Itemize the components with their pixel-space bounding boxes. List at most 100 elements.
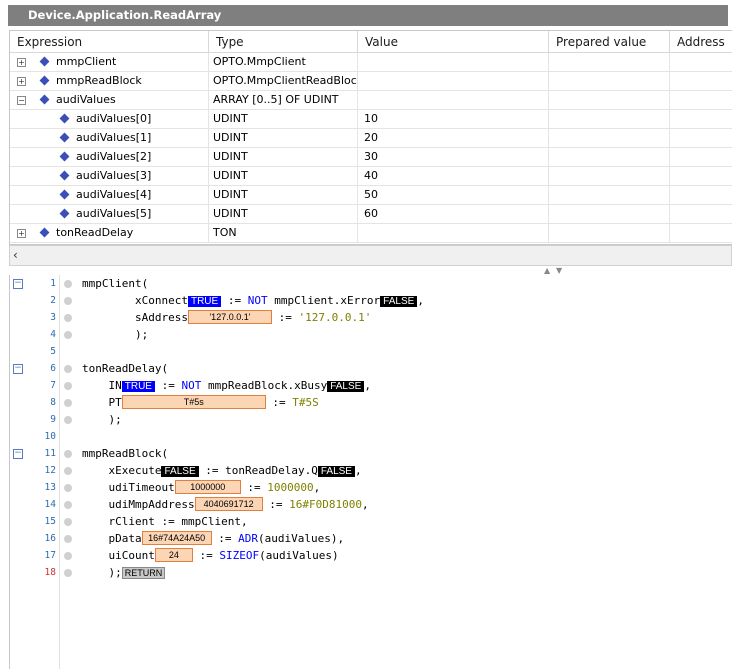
monitor-value-box[interactable]: 4040691712 bbox=[194, 497, 263, 511]
monitor-value-box[interactable]: T#5s bbox=[121, 395, 266, 409]
breakpoint-dot-icon[interactable] bbox=[64, 484, 72, 492]
type-cell: TON bbox=[209, 224, 358, 242]
fold-collapse-icon[interactable]: − bbox=[13, 279, 23, 289]
expand-icon[interactable]: + bbox=[17, 229, 26, 238]
col-type[interactable]: Type bbox=[209, 31, 358, 53]
expression-label: audiValues[1] bbox=[76, 131, 152, 144]
prepared-value-cell[interactable] bbox=[549, 205, 670, 223]
breakpoint-dot-icon[interactable] bbox=[64, 399, 72, 407]
line-number: 4 bbox=[50, 329, 56, 340]
prepared-value-cell[interactable] bbox=[549, 91, 670, 109]
horizontal-scrollbar[interactable]: ‹ bbox=[9, 245, 732, 266]
col-prepared-value[interactable]: Prepared value bbox=[549, 31, 670, 53]
expression-label: audiValues[5] bbox=[76, 207, 152, 220]
expression-label: audiValues[3] bbox=[76, 169, 152, 182]
code-text: udiTimeout bbox=[82, 481, 175, 494]
code-text: rClient := mmpClient, bbox=[82, 515, 248, 528]
col-value[interactable]: Value bbox=[358, 31, 549, 53]
fold-collapse-icon[interactable]: − bbox=[13, 364, 23, 374]
table-row[interactable]: audiValues[3] UDINT 40 bbox=[10, 167, 732, 186]
expression-cell: audiValues[2] bbox=[10, 148, 209, 166]
breakpoint-dot-icon[interactable] bbox=[64, 314, 72, 322]
monitor-value-box[interactable]: '127.0.0.1' bbox=[187, 310, 272, 324]
breakpoint-dot-icon[interactable] bbox=[64, 552, 72, 560]
line-number: 17 bbox=[44, 550, 56, 561]
code-text: , bbox=[313, 481, 321, 494]
table-row[interactable]: audiValues[5] UDINT 60 bbox=[10, 205, 732, 224]
prepared-value-cell[interactable] bbox=[549, 167, 670, 185]
expand-icon[interactable]: + bbox=[17, 77, 26, 86]
table-row[interactable]: audiValues[2] UDINT 30 bbox=[10, 148, 732, 167]
chevron-down-icon: ▼ bbox=[556, 266, 563, 275]
line-number: 15 bbox=[44, 516, 56, 527]
breakpoint-dot-icon[interactable] bbox=[64, 416, 72, 424]
prepared-value-cell[interactable] bbox=[549, 72, 670, 90]
keyword: NOT bbox=[247, 294, 268, 307]
value-cell[interactable] bbox=[358, 91, 549, 109]
monitor-value-badge[interactable]: TRUE bbox=[187, 296, 222, 307]
code-text: mmpClient.xError bbox=[267, 294, 381, 307]
monitor-value-badge[interactable]: FALSE bbox=[380, 296, 418, 307]
breakpoint-dot-icon[interactable] bbox=[64, 297, 72, 305]
breakpoint-dot-icon[interactable] bbox=[64, 501, 72, 509]
breakpoint-dot-icon[interactable] bbox=[64, 569, 72, 577]
prepared-value-cell[interactable] bbox=[549, 53, 670, 71]
collapse-icon[interactable]: − bbox=[17, 96, 26, 105]
breakpoint-dot-icon[interactable] bbox=[64, 280, 72, 288]
window-title[interactable]: Device.Application.ReadArray bbox=[8, 5, 728, 26]
prepared-value-cell[interactable] bbox=[549, 186, 670, 204]
table-row[interactable]: + mmpReadBlock OPTO.MmpClientReadBlock bbox=[10, 72, 732, 91]
prepared-value-cell[interactable] bbox=[549, 224, 670, 242]
table-row[interactable]: − audiValues ARRAY [0..5] OF UDINT bbox=[10, 91, 732, 110]
value-cell[interactable]: 30 bbox=[358, 148, 549, 166]
monitor-value-badge[interactable]: TRUE bbox=[121, 381, 155, 392]
code-text: PT bbox=[82, 396, 122, 409]
breakpoint-dot-icon[interactable] bbox=[64, 535, 72, 543]
table-row[interactable]: audiValues[1] UDINT 20 bbox=[10, 129, 732, 148]
expression-label: audiValues[0] bbox=[76, 112, 152, 125]
code-text: := bbox=[240, 481, 268, 494]
code-line-2: xConnect TRUE := NOT mmpClient.xError FALS… bbox=[82, 292, 424, 309]
breakpoint-dot-icon[interactable] bbox=[64, 382, 72, 390]
variable-icon bbox=[59, 113, 70, 124]
value-cell[interactable]: 40 bbox=[358, 167, 549, 185]
value-cell[interactable] bbox=[358, 224, 549, 242]
value-cell[interactable]: 20 bbox=[358, 129, 549, 147]
value-cell[interactable] bbox=[358, 72, 549, 90]
value-cell[interactable]: 60 bbox=[358, 205, 549, 223]
monitor-value-box[interactable]: 1000000 bbox=[174, 480, 241, 494]
table-row[interactable]: + mmpClient OPTO.MmpClient bbox=[10, 53, 732, 72]
breakpoint-dot-icon[interactable] bbox=[64, 450, 72, 458]
value-cell[interactable]: 10 bbox=[358, 110, 549, 128]
monitor-value-box[interactable]: 24 bbox=[154, 548, 193, 562]
value-cell[interactable] bbox=[358, 53, 549, 71]
prepared-value-cell[interactable] bbox=[549, 110, 670, 128]
monitor-value-badge[interactable]: FALSE bbox=[327, 381, 365, 392]
prepared-value-cell[interactable] bbox=[549, 148, 670, 166]
breakpoint-dot-icon[interactable] bbox=[64, 365, 72, 373]
monitor-value-badge[interactable]: FALSE bbox=[317, 466, 355, 477]
splitter-handle[interactable]: ▲ ▼ bbox=[540, 266, 570, 275]
variable-icon bbox=[59, 208, 70, 219]
col-expression[interactable]: Expression bbox=[10, 31, 209, 53]
prepared-value-cell[interactable] bbox=[549, 129, 670, 147]
code-editor[interactable]: 1−2 3 4 5 6−7 8 9 10 11−12 13 14 15 16 17 18 mmpClient… bbox=[9, 275, 732, 669]
code-text: uiCount bbox=[82, 549, 155, 562]
code-text: ); bbox=[82, 566, 122, 579]
col-address[interactable]: Address bbox=[670, 31, 732, 53]
scroll-left-arrow-icon[interactable]: ‹ bbox=[13, 248, 18, 262]
monitor-value-badge[interactable]: FALSE bbox=[161, 466, 199, 477]
breakpoint-dot-icon[interactable] bbox=[64, 331, 72, 339]
table-row[interactable]: + tonReadDelay TON bbox=[10, 224, 732, 243]
return-badge[interactable]: RETURN bbox=[121, 567, 166, 579]
code-text: (audiValues) bbox=[259, 549, 339, 562]
value-cell[interactable]: 50 bbox=[358, 186, 549, 204]
fold-collapse-icon[interactable]: − bbox=[13, 449, 23, 459]
table-row[interactable]: audiValues[4] UDINT 50 bbox=[10, 186, 732, 205]
breakpoint-dot-icon[interactable] bbox=[64, 467, 72, 475]
table-row[interactable]: audiValues[0] UDINT 10 bbox=[10, 110, 732, 129]
expand-icon[interactable]: + bbox=[17, 58, 26, 67]
line-number: 3 bbox=[50, 312, 56, 323]
monitor-value-box[interactable]: 16#74A24A50 bbox=[141, 531, 212, 545]
breakpoint-dot-icon[interactable] bbox=[64, 518, 72, 526]
